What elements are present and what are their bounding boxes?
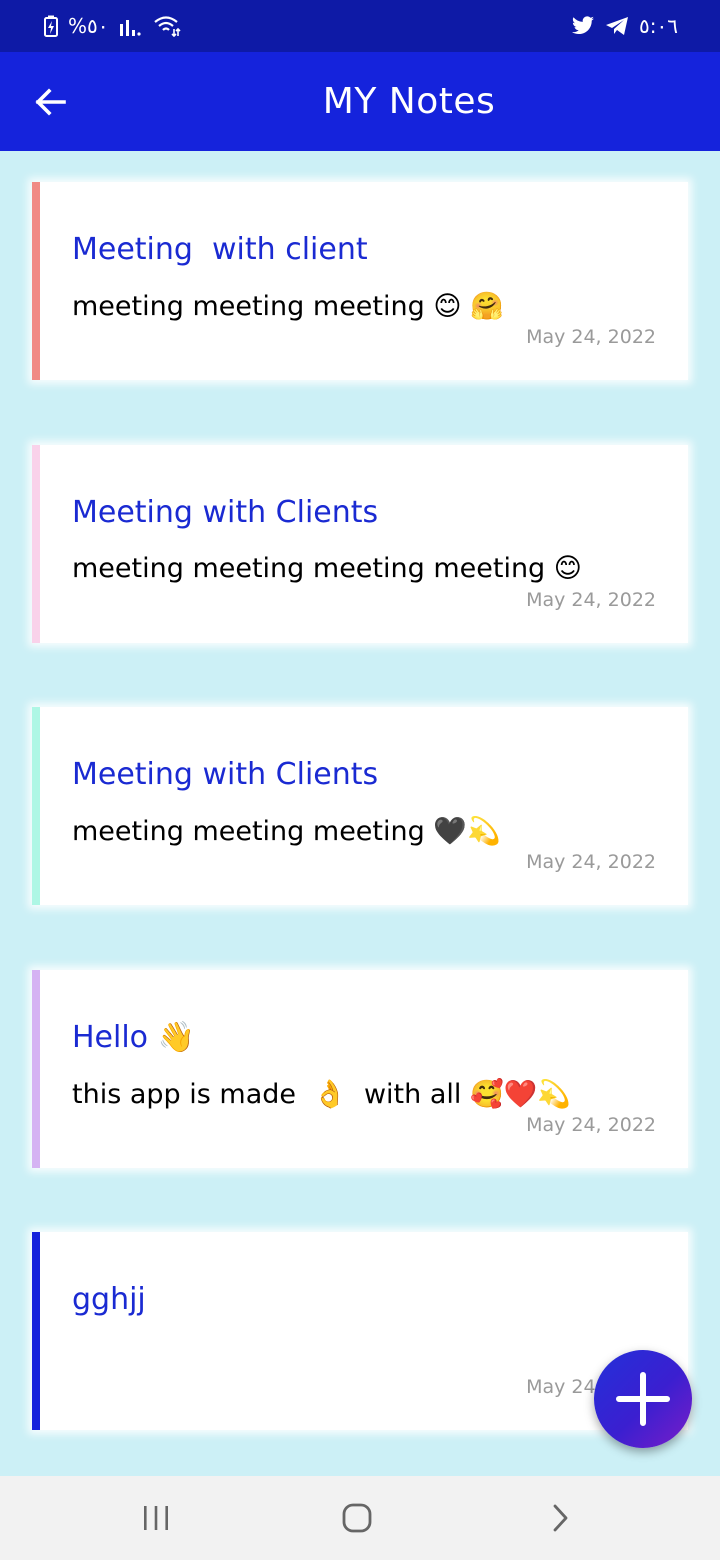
- note-date: May 24, 2022: [526, 1114, 656, 1136]
- status-left: %٥٠: [44, 14, 181, 38]
- note-accent-bar: [32, 970, 40, 1168]
- note-date: May 24, 2022: [526, 589, 656, 611]
- twitter-icon: [571, 16, 595, 36]
- telegram-icon: [605, 16, 629, 36]
- note-card[interactable]: Hello 👋 this app is made 👌 with all 🥰❤️💫…: [32, 970, 688, 1168]
- battery-percent: %٥٠: [68, 14, 109, 38]
- note-card[interactable]: Meeting with client meeting meeting meet…: [32, 182, 688, 380]
- note-accent-bar: [32, 182, 40, 380]
- note-date: May 24, 2022: [526, 326, 656, 348]
- note-card[interactable]: Meeting with Clients meeting meeting mee…: [32, 445, 688, 643]
- note-body: meeting meeting meeting 🖤💫: [72, 816, 501, 847]
- status-time: ٥:٠٦: [639, 14, 678, 38]
- note-title: Hello 👋: [72, 1020, 195, 1055]
- status-right: ٥:٠٦: [571, 14, 678, 38]
- note-title: Meeting with Clients: [72, 495, 379, 530]
- home-icon: [341, 1502, 373, 1534]
- plus-icon: [616, 1372, 670, 1426]
- home-button[interactable]: [327, 1496, 387, 1540]
- notes-list[interactable]: Meeting with client meeting meeting meet…: [0, 151, 720, 1476]
- note-body: this app is made 👌 with all 🥰❤️💫: [72, 1079, 571, 1110]
- recent-apps-button[interactable]: [126, 1496, 186, 1540]
- note-title: gghjj: [72, 1282, 146, 1317]
- page-title: MY Notes: [322, 81, 496, 122]
- note-date: May 24, 2022: [526, 851, 656, 873]
- note-body: meeting meeting meeting meeting 😊: [72, 553, 582, 584]
- app-bar: MY Notes: [0, 52, 720, 151]
- back-nav-button[interactable]: [530, 1496, 590, 1540]
- note-card[interactable]: gghjj May 24, 2022: [32, 1232, 688, 1430]
- status-bar: %٥٠ ٥:٠٦: [0, 0, 720, 52]
- recent-apps-icon: [141, 1504, 171, 1532]
- note-title: Meeting with Clients: [72, 757, 379, 792]
- add-note-button[interactable]: [594, 1350, 692, 1448]
- note-accent-bar: [32, 1232, 40, 1430]
- back-chevron-icon: [548, 1502, 572, 1534]
- battery-charging-icon: [44, 15, 58, 37]
- system-nav-bar: [0, 1476, 720, 1560]
- note-accent-bar: [32, 707, 40, 905]
- wifi-icon: [153, 15, 181, 37]
- note-body: meeting meeting meeting 😊 🤗: [72, 291, 504, 322]
- signal-icon: [119, 16, 143, 36]
- note-title: Meeting with client: [72, 232, 368, 267]
- note-card[interactable]: Meeting with Clients meeting meeting mee…: [32, 707, 688, 905]
- note-accent-bar: [32, 445, 40, 643]
